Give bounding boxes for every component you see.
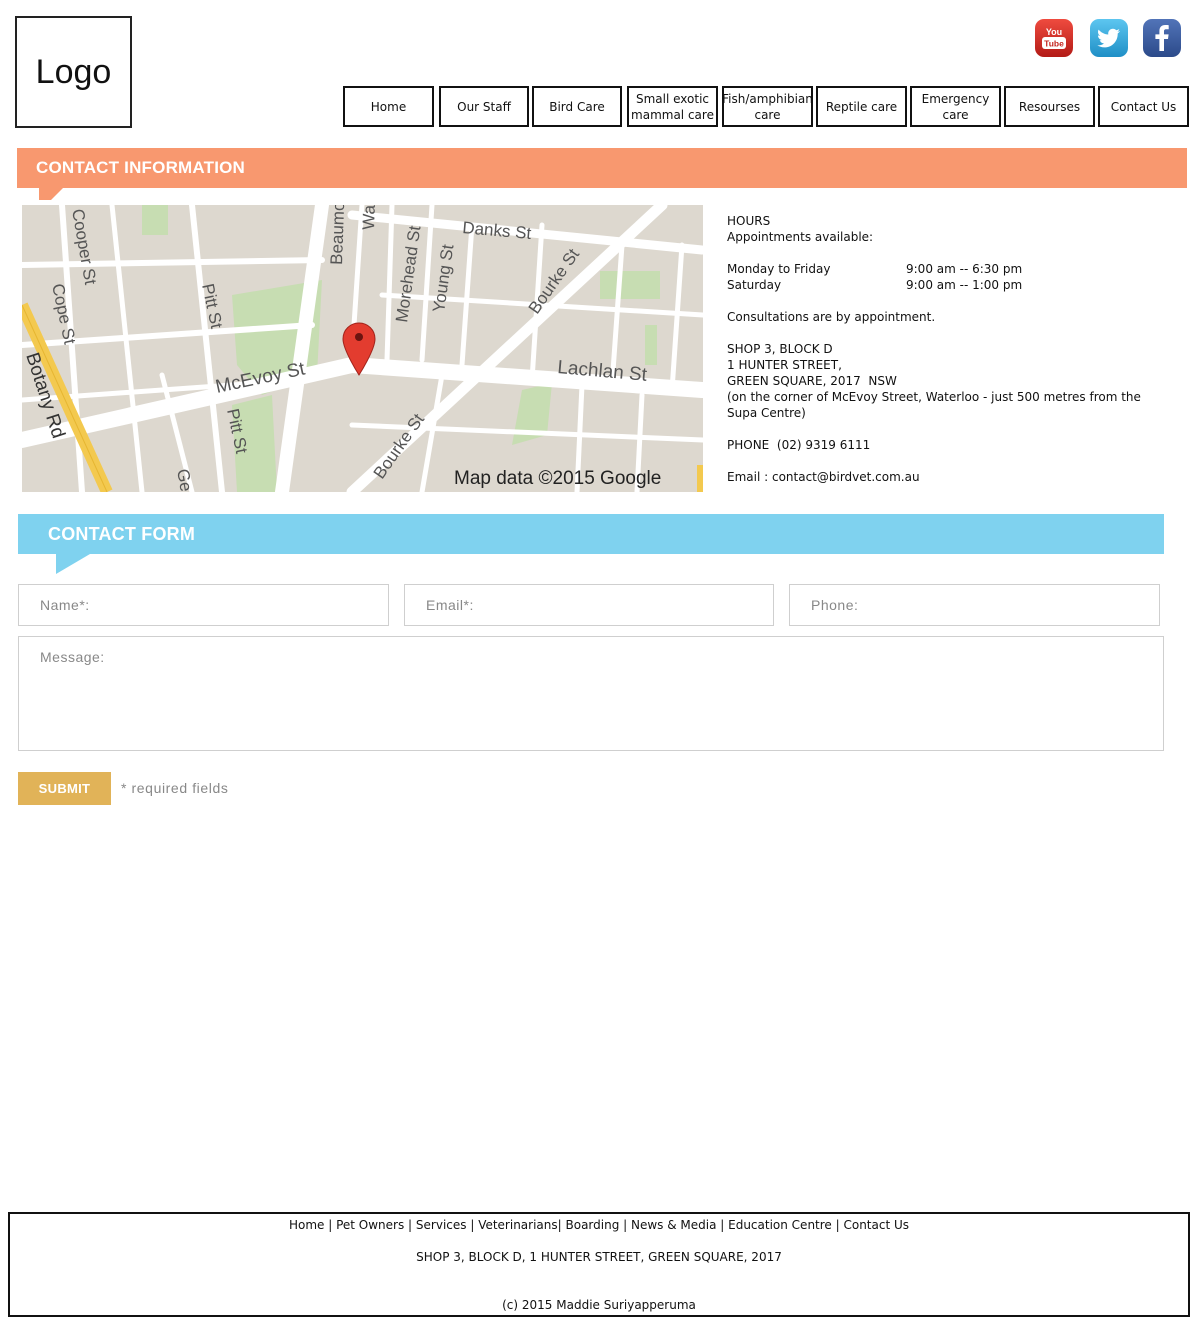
map-attribution: Map data ©2015 Google <box>454 468 661 489</box>
footer-link-services[interactable]: Services <box>416 1218 467 1232</box>
footer-nav: Home | Pet Owners | Services | Veterinar… <box>288 1218 910 1232</box>
svg-text:Tube: Tube <box>1044 39 1064 49</box>
youtube-icon[interactable]: You Tube <box>1034 18 1074 58</box>
footer-link-boarding[interactable]: Boarding <box>566 1218 620 1232</box>
phone-field[interactable] <box>789 584 1160 626</box>
nav-emergency-care[interactable]: Emergency care <box>910 86 1001 127</box>
schedule-time: 9:00 am -- 6:30 pm <box>906 262 1023 276</box>
nav-small-exotic-mammal-care[interactable]: Small exotic mammal care <box>627 86 718 127</box>
nav-home[interactable]: Home <box>343 86 434 127</box>
footer: Home | Pet Owners | Services | Veterinar… <box>8 1212 1190 1317</box>
schedule-time: 9:00 am -- 1:00 pm <box>906 278 1023 292</box>
ribbon-notch <box>39 188 63 200</box>
contact-form-header: CONTACT FORM <box>18 514 1164 574</box>
schedule-days: Monday to Friday <box>727 262 831 276</box>
svg-text:Beaumont St: Beaumont St <box>327 205 349 265</box>
section-title: CONTACT INFORMATION <box>36 158 246 177</box>
consultations-text: Consultations are by appointment. <box>727 310 936 324</box>
footer-link-news-media[interactable]: News & Media <box>631 1218 716 1232</box>
email-field[interactable] <box>404 584 774 626</box>
site-logo[interactable]: Logo <box>15 16 132 128</box>
nav-resourses[interactable]: Resourses <box>1004 86 1095 127</box>
footer-link-home[interactable]: Home <box>289 1218 324 1232</box>
schedule-days: Saturday <box>727 278 782 292</box>
svg-text:Walker St: Walker St <box>359 205 381 230</box>
footer-address: SHOP 3, BLOCK D, 1 HUNTER STREET, GREEN … <box>416 1250 782 1264</box>
section-title: CONTACT FORM <box>48 524 196 544</box>
footer-link-pet-owners[interactable]: Pet Owners <box>336 1218 404 1232</box>
address-line: SHOP 3, BLOCK D <box>727 342 833 356</box>
ribbon-notch <box>56 554 90 574</box>
footer-link-veterinarians[interactable]: Veterinarians <box>478 1218 557 1232</box>
twitter-icon[interactable] <box>1089 18 1129 58</box>
location-map[interactable]: Danks St Bourke St Beaumont St Walker St… <box>22 205 703 492</box>
address-line: 1 HUNTER STREET, <box>727 358 842 372</box>
nav-bird-care[interactable]: Bird Care <box>532 86 622 127</box>
nav-fish-amphibian-care[interactable]: Fish/amphibian care <box>722 86 813 127</box>
name-field[interactable] <box>18 584 389 626</box>
required-fields-note: * required fields <box>121 780 229 796</box>
contact-information-header: CONTACT INFORMATION <box>17 148 1187 200</box>
facebook-icon[interactable] <box>1142 18 1182 58</box>
schedule-row: Saturday 9:00 am -- 1:00 pm <box>727 277 1167 293</box>
email-text[interactable]: Email : contact@birdvet.com.au <box>727 469 1167 485</box>
appointments-text: Appointments available: <box>727 230 874 244</box>
address-line: GREEN SQUARE, 2017 NSW <box>727 374 897 388</box>
svg-text:You: You <box>1046 27 1062 37</box>
footer-link-education-centre[interactable]: Education Centre <box>728 1218 832 1232</box>
footer-link-contact-us[interactable]: Contact Us <box>843 1218 909 1232</box>
address-note: (on the corner of McEvoy Street, Waterlo… <box>727 390 1141 420</box>
nav-contact-us[interactable]: Contact Us <box>1098 86 1189 127</box>
contact-details: HOURS Appointments available: Monday to … <box>727 213 1167 485</box>
footer-copyright: (c) 2015 Maddie Suriyapperuma <box>502 1298 696 1312</box>
message-field[interactable] <box>18 636 1164 751</box>
hours-heading: HOURS <box>727 214 771 228</box>
phone-text: PHONE (02) 9319 6111 <box>727 438 871 452</box>
nav-reptile-care[interactable]: Reptile care <box>816 86 907 127</box>
submit-button[interactable]: SUBMIT <box>18 772 111 805</box>
nav-our-staff[interactable]: Our Staff <box>439 86 529 127</box>
schedule-row: Monday to Friday 9:00 am -- 6:30 pm <box>727 261 1167 277</box>
